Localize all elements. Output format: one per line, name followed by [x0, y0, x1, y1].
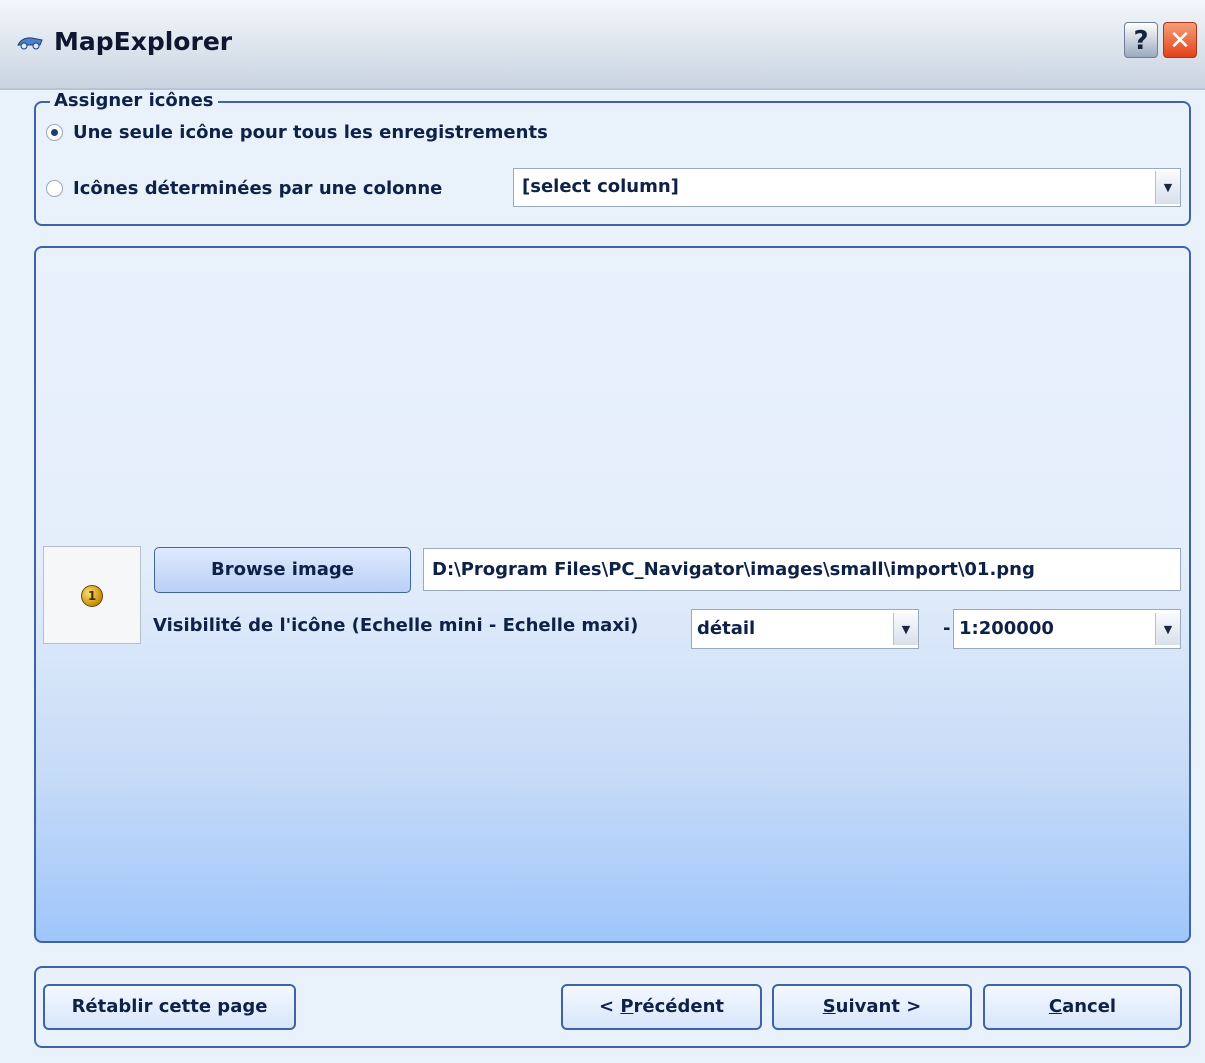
radio-column-icons[interactable]: Icônes déterminées par une colonne	[46, 178, 442, 199]
assign-icons-group	[34, 101, 1191, 226]
chevron-down-icon[interactable]: ▼	[1155, 613, 1180, 645]
previous-prefix: <	[598, 996, 621, 1017]
next-accelerator: S	[822, 996, 836, 1017]
icon-preview: 1	[43, 546, 141, 644]
column-select-value: [select column]	[522, 176, 679, 197]
radio-column-icons-label: Icônes déterminées par une colonne	[73, 178, 443, 199]
close-button[interactable]: ✕	[1163, 22, 1197, 58]
cancel-accelerator: C	[1048, 996, 1063, 1017]
icon-settings-panel	[34, 246, 1191, 943]
previous-accelerator: P	[620, 996, 634, 1017]
browse-image-button[interactable]: Browse image	[154, 547, 411, 593]
scale-max-value: 1:200000	[959, 618, 1054, 639]
help-button[interactable]: ?	[1124, 22, 1158, 58]
radio-button-checked[interactable]	[46, 124, 63, 141]
previous-button[interactable]: < Précédent	[561, 984, 762, 1030]
chevron-down-icon[interactable]: ▼	[1155, 171, 1180, 204]
chevron-down-icon[interactable]: ▼	[893, 613, 918, 645]
radio-single-icon[interactable]: Une seule icône pour tous les enregistre…	[46, 122, 548, 143]
scale-separator: -	[943, 618, 951, 639]
previous-label: récédent	[633, 996, 725, 1017]
column-select[interactable]: [select column] ▼	[513, 168, 1181, 207]
title-bar[interactable]: MapExplorer ? ✕	[0, 0, 1205, 90]
mapexplorer-window: MapExplorer ? ✕ Assigner icônes Une seul…	[0, 0, 1205, 1063]
image-path-field[interactable]: D:\Program Files\PC_Navigator\images\sma…	[423, 548, 1181, 591]
window-title: MapExplorer	[54, 27, 233, 56]
scale-min-value: détail	[697, 618, 756, 639]
cancel-label: ancel	[1062, 996, 1117, 1017]
reset-page-button[interactable]: Rétablir cette page	[43, 984, 296, 1030]
radio-button-unchecked[interactable]	[46, 180, 63, 197]
app-icon	[17, 37, 43, 50]
scale-min-select[interactable]: détail ▼	[691, 609, 919, 649]
visibility-label: Visibilité de l'icône (Echelle mini - Ec…	[153, 615, 639, 636]
scale-max-select[interactable]: 1:200000 ▼	[953, 609, 1181, 649]
cancel-button[interactable]: Cancel	[983, 984, 1182, 1030]
assign-icons-legend: Assigner icônes	[50, 90, 218, 111]
next-button[interactable]: Suivant >	[772, 984, 972, 1030]
next-label: uivant >	[835, 996, 922, 1017]
radio-single-icon-label: Une seule icône pour tous les enregistre…	[73, 122, 548, 143]
gold-coin-icon: 1	[81, 585, 103, 607]
